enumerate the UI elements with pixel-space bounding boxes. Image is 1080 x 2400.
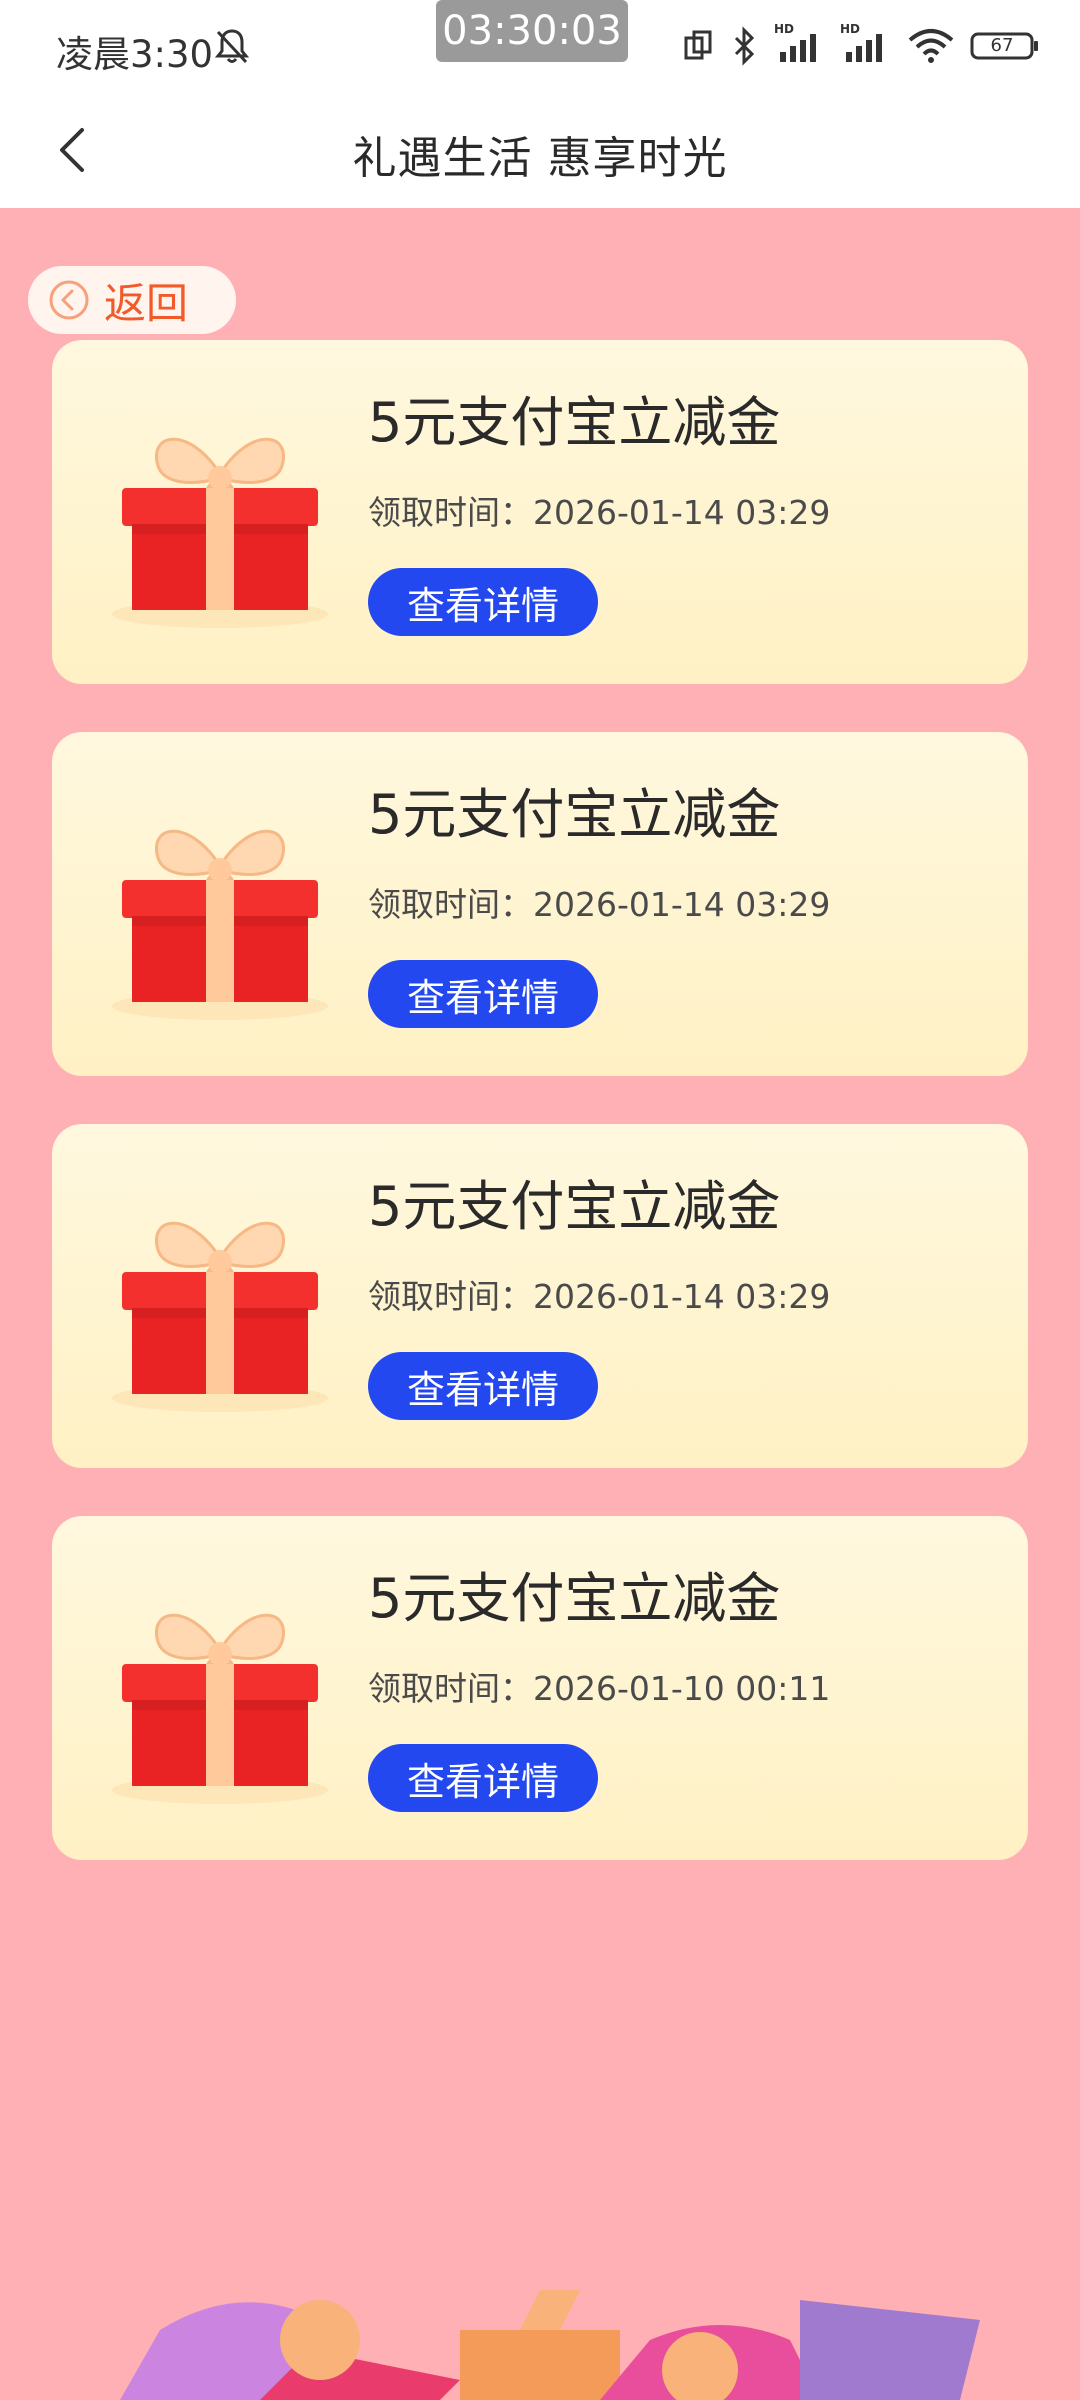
coupon-receive-time: 领取时间：2026-01-14 03:29 <box>368 1277 831 1316</box>
coupon-title: 5元支付宝立减金 <box>368 783 781 846</box>
gift-box-icon <box>112 437 328 628</box>
mute-bell-icon <box>214 29 250 64</box>
status-icons: HD HD 67 <box>680 22 1040 66</box>
battery-icon: 67 <box>970 31 1040 61</box>
page-title: 礼遇生活 惠享时光 <box>352 133 728 184</box>
view-details-button[interactable]: 查看详情 <box>368 568 598 636</box>
header: 礼遇生活 惠享时光 <box>0 92 1080 208</box>
gift-box-icon <box>112 1613 328 1804</box>
battery-level: 67 <box>990 35 1014 56</box>
coupon-receive-time: 领取时间：2026-01-10 00:11 <box>368 1669 831 1708</box>
return-button[interactable]: 返回 <box>28 266 236 334</box>
coupon-title: 5元支付宝立减金 <box>368 1175 781 1238</box>
view-details-button[interactable]: 查看详情 <box>368 1744 598 1812</box>
recording-clock: 03:30:03 <box>436 0 628 62</box>
coupon-card[interactable]: 5元支付宝立减金 领取时间：2026-01-10 00:11 查看详情 <box>52 1516 1028 1860</box>
gift-box-icon <box>112 1221 328 1412</box>
signal-icon-2: HD <box>840 22 892 66</box>
coupon-card[interactable]: 5元支付宝立减金 领取时间：2026-01-14 03:29 查看详情 <box>52 340 1028 684</box>
coupon-title: 5元支付宝立减金 <box>368 1567 781 1630</box>
status-time: 凌晨3:30 <box>56 33 214 76</box>
view-details-button[interactable]: 查看详情 <box>368 960 598 1028</box>
return-circle-icon <box>49 280 89 320</box>
gift-box-icon <box>112 829 328 1020</box>
status-bar: 凌晨3:30 03:30:03 HD HD 67 <box>0 0 1080 92</box>
coupon-receive-time: 领取时间：2026-01-14 03:29 <box>368 493 831 532</box>
coupon-receive-time: 领取时间：2026-01-14 03:29 <box>368 885 831 924</box>
return-label: 返回 <box>104 278 189 328</box>
coupon-title: 5元支付宝立减金 <box>368 391 781 454</box>
coupon-card[interactable]: 5元支付宝立减金 领取时间：2026-01-14 03:29 查看详情 <box>52 1124 1028 1468</box>
bluetooth-icon <box>734 26 755 66</box>
view-details-button[interactable]: 查看详情 <box>368 1352 598 1420</box>
coupon-card[interactable]: 5元支付宝立减金 领取时间：2026-01-14 03:29 查看详情 <box>52 732 1028 1076</box>
wifi-icon <box>908 29 954 63</box>
bottom-decoration <box>120 2290 980 2400</box>
signal-icon-1: HD <box>774 22 826 66</box>
screen-rotate-icon <box>684 30 712 60</box>
